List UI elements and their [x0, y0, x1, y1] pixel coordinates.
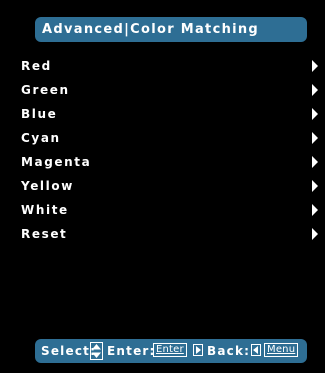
menu-title-bar: Advanced|Color Matching [35, 17, 307, 42]
menu-title: Advanced|Color Matching [42, 22, 260, 37]
back-hint-label: Back: [207, 344, 251, 358]
menu-item-blue[interactable]: Blue [0, 104, 325, 124]
enter-hint-label: Enter: [107, 344, 156, 358]
chevron-right-icon [312, 228, 318, 240]
menu-item-label: Magenta [21, 155, 92, 169]
menu-item-label: Green [21, 83, 70, 97]
osd-menu-screen: Advanced|Color Matching Red Green Blue C… [0, 0, 325, 373]
menu-item-red[interactable]: Red [0, 56, 325, 76]
menu-item-label: Yellow [21, 179, 74, 193]
up-down-arrows-icon [90, 342, 103, 360]
menu-key-badge: Menu [264, 343, 299, 357]
chevron-right-icon [312, 108, 318, 120]
menu-item-reset[interactable]: Reset [0, 224, 325, 244]
menu-item-label: Cyan [21, 131, 61, 145]
menu-item-yellow[interactable]: Yellow [0, 176, 325, 196]
help-footer-bar: Select: Enter: Enter Back: Menu [35, 339, 307, 363]
chevron-right-icon [312, 132, 318, 144]
chevron-right-icon [312, 204, 318, 216]
select-hint-label: Select: [41, 344, 97, 358]
chevron-right-icon [312, 84, 318, 96]
menu-item-white[interactable]: White [0, 200, 325, 220]
chevron-right-icon [312, 60, 318, 72]
menu-item-label: Reset [21, 227, 68, 241]
menu-item-green[interactable]: Green [0, 80, 325, 100]
left-arrow-key-icon [251, 344, 261, 356]
enter-key-badge: Enter [153, 343, 187, 357]
right-arrow-key-icon [193, 344, 203, 356]
menu-item-label: Red [21, 59, 52, 73]
menu-item-magenta[interactable]: Magenta [0, 152, 325, 172]
menu-item-cyan[interactable]: Cyan [0, 128, 325, 148]
menu-item-label: Blue [21, 107, 58, 121]
chevron-right-icon [312, 156, 318, 168]
menu-item-label: White [21, 203, 69, 217]
chevron-right-icon [312, 180, 318, 192]
